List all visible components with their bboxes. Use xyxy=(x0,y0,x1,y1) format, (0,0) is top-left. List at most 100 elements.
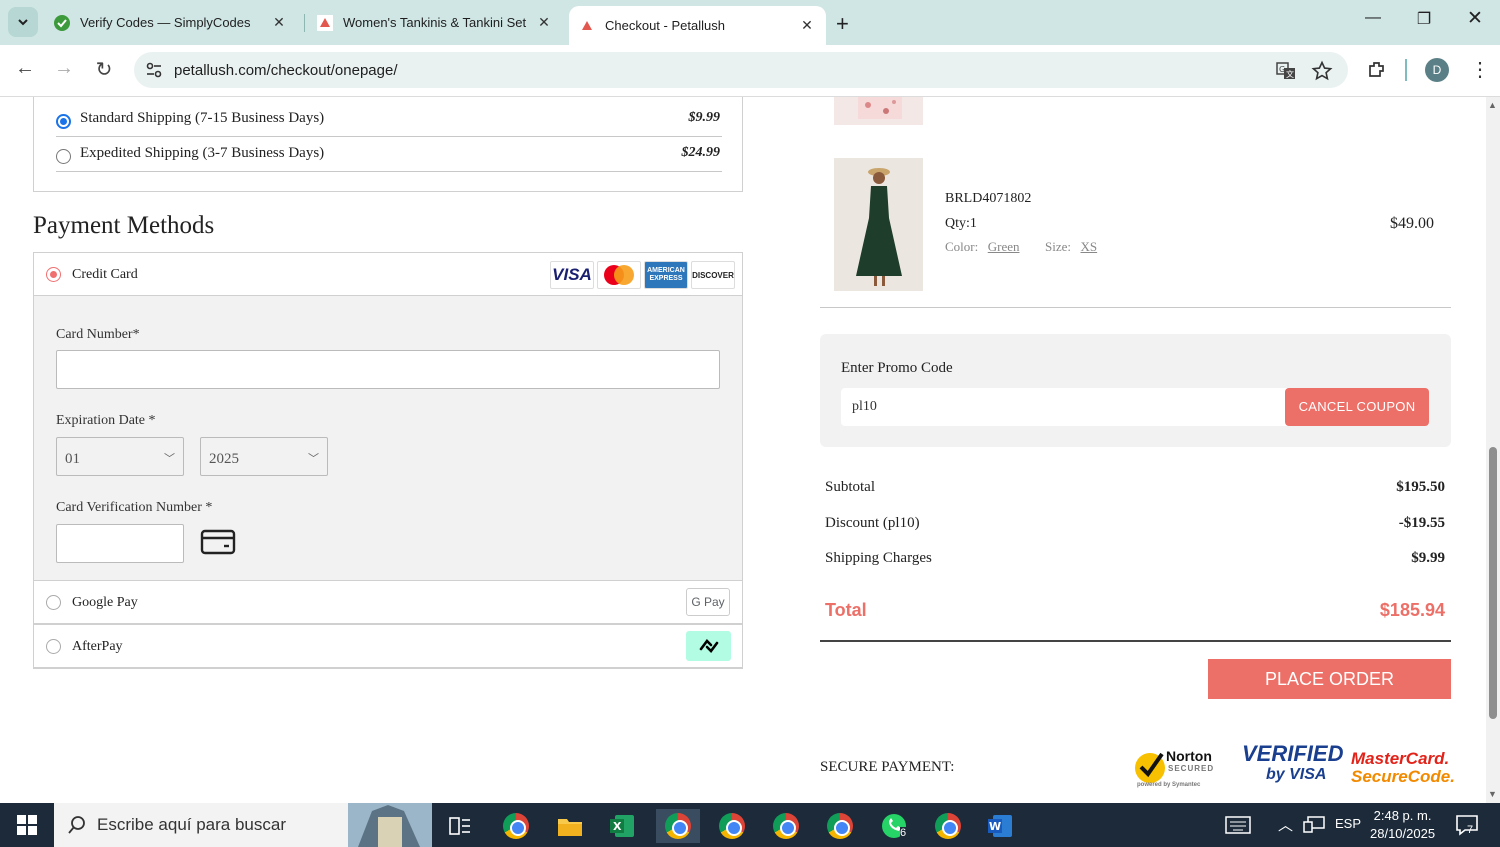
chevron-down-icon xyxy=(18,19,28,26)
scroll-up-icon[interactable]: ▲ xyxy=(1488,100,1497,110)
total-row: Total $185.94 xyxy=(825,600,1445,621)
scroll-down-icon[interactable]: ▼ xyxy=(1488,789,1497,799)
chrome-profile-icon[interactable] xyxy=(926,809,970,843)
reload-icon[interactable]: ↻ xyxy=(90,57,118,82)
minimize-icon[interactable]: — xyxy=(1358,9,1388,27)
page-scrollbar[interactable]: ▲ ▼ xyxy=(1486,97,1500,803)
product-image[interactable] xyxy=(834,158,923,291)
tab-separator xyxy=(304,14,305,32)
shipping-option-price: $9.99 xyxy=(688,110,721,125)
visa-logo-icon: VISA xyxy=(550,261,594,289)
tab-checkout[interactable]: Checkout - Petallush ✕ xyxy=(569,6,826,45)
close-tab-icon[interactable]: ✕ xyxy=(535,14,553,31)
discount-value: -$19.55 xyxy=(1398,515,1445,531)
tab-tankinis[interactable]: Women's Tankinis & Tankini Set ✕ xyxy=(307,6,563,39)
mastercard-logo-icon xyxy=(597,261,641,289)
network-icon[interactable] xyxy=(1303,816,1325,834)
browser-toolbar: ← → ↻ petallush.com/checkout/onepage/ G文… xyxy=(0,45,1500,97)
chrome-profile-icon[interactable] xyxy=(818,809,862,843)
tab-title: Checkout - Petallush xyxy=(605,18,725,33)
windows-start-button[interactable] xyxy=(0,803,54,847)
google-pay-label: Google Pay xyxy=(72,595,138,610)
total-divider xyxy=(820,640,1451,642)
show-hidden-icons-icon[interactable]: ︿ xyxy=(1278,814,1293,835)
svg-text:文: 文 xyxy=(1286,69,1294,79)
expiration-date-label: Expiration Date * xyxy=(56,413,156,428)
new-tab-icon[interactable]: + xyxy=(836,11,849,37)
shipping-charges-row: Shipping Charges $9.99 xyxy=(825,550,1445,567)
cancel-coupon-button[interactable]: CANCEL COUPON xyxy=(1285,388,1429,426)
exp-month-select[interactable]: 01 ﹀ xyxy=(56,437,184,476)
chrome-taskbar-icon[interactable] xyxy=(494,809,538,843)
chrome-profile-icon[interactable] xyxy=(710,809,754,843)
petallush-favicon-icon xyxy=(582,20,592,30)
chrome-profile-icon[interactable] xyxy=(764,809,808,843)
tab-simplycodes[interactable]: Verify Codes — SimplyCodes ✕ xyxy=(44,6,298,39)
google-pay-logo-icon: G Pay xyxy=(686,588,730,616)
site-info-icon[interactable] xyxy=(144,60,164,80)
chevron-down-icon: ﹀ xyxy=(164,453,175,465)
shipping-option-expedited[interactable]: Expedited Shipping (3-7 Business Days) $… xyxy=(56,137,722,172)
scrollbar-thumb[interactable] xyxy=(1489,447,1497,719)
verified-by-visa-badge: VERIFIED by VISA xyxy=(1242,742,1343,784)
secure-payment-label: SECURE PAYMENT: xyxy=(820,759,955,775)
cvn-label: Card Verification Number * xyxy=(56,500,213,515)
shipping-radio-expedited[interactable] xyxy=(56,149,71,164)
place-order-button[interactable]: PLACE ORDER xyxy=(1208,659,1451,699)
exp-year-select[interactable]: 2025 ﹀ xyxy=(200,437,328,476)
shipping-methods-box: Standard Shipping (7-15 Business Days) $… xyxy=(33,97,743,192)
keyboard-tray-icon[interactable] xyxy=(1225,815,1251,835)
afterpay-radio[interactable] xyxy=(46,639,61,654)
file-explorer-icon[interactable] xyxy=(548,809,592,843)
whatsapp-icon[interactable]: 6 xyxy=(872,809,916,843)
profile-avatar[interactable]: D xyxy=(1425,58,1449,82)
menu-kebab-icon[interactable]: ⋮ xyxy=(1470,57,1490,82)
google-pay-option[interactable]: Google Pay G Pay xyxy=(33,580,743,624)
norton-text: Norton xyxy=(1166,748,1212,764)
close-tab-icon[interactable]: ✕ xyxy=(270,14,288,31)
card-cvv-icon xyxy=(200,529,236,555)
bookmark-star-icon[interactable] xyxy=(1311,60,1333,82)
close-tab-icon[interactable]: ✕ xyxy=(798,17,816,34)
restore-icon[interactable]: ❐ xyxy=(1409,9,1439,29)
extensions-icon[interactable] xyxy=(1366,59,1388,81)
promo-code-input[interactable]: pl10 xyxy=(841,388,1289,426)
credit-card-radio[interactable] xyxy=(46,267,61,282)
chevron-down-icon: ﹀ xyxy=(308,453,319,465)
language-indicator[interactable]: ESP xyxy=(1335,816,1361,831)
shipping-option-label: Standard Shipping (7-15 Business Days) xyxy=(80,110,325,126)
mastercard-securecode-badge: MasterCard. SecureCode. xyxy=(1351,750,1455,786)
card-brand-logos: VISA AMERICAN EXPRESS DISCOVER xyxy=(550,261,735,289)
clock[interactable]: 2:48 p. m. 28/10/2025 xyxy=(1370,807,1435,843)
promo-code-title: Enter Promo Code xyxy=(841,360,953,376)
shipping-radio-standard[interactable] xyxy=(56,114,71,129)
shipping-option-standard[interactable]: Standard Shipping (7-15 Business Days) $… xyxy=(56,102,722,137)
subtotal-label: Subtotal xyxy=(825,479,876,495)
card-number-input[interactable] xyxy=(56,350,720,389)
word-icon[interactable]: W xyxy=(978,809,1022,843)
size-label: Size: xyxy=(1045,239,1071,254)
excel-icon[interactable]: X xyxy=(600,809,644,843)
tab-search-button[interactable] xyxy=(8,7,38,37)
credit-card-header[interactable]: Credit Card VISA AMERICAN EXPRESS DISCOVE… xyxy=(34,253,742,296)
total-value: $185.94 xyxy=(1379,600,1445,620)
close-window-icon[interactable]: ✕ xyxy=(1460,7,1490,30)
subtotal-value: $195.50 xyxy=(1396,479,1445,495)
windows-logo-icon xyxy=(17,815,37,835)
afterpay-option[interactable]: AfterPay xyxy=(33,624,743,668)
cvn-input[interactable] xyxy=(56,524,184,563)
google-pay-radio[interactable] xyxy=(46,595,61,610)
task-view-icon[interactable] xyxy=(438,809,482,843)
exp-year-value: 2025 xyxy=(209,451,239,467)
address-bar[interactable]: petallush.com/checkout/onepage/ G文 xyxy=(134,52,1348,88)
clock-time: 2:48 p. m. xyxy=(1373,808,1432,823)
norton-check-icon xyxy=(1135,752,1165,783)
translate-icon[interactable]: G文 xyxy=(1275,60,1297,82)
forward-icon[interactable]: → xyxy=(50,57,78,80)
back-icon[interactable]: ← xyxy=(11,57,39,80)
exp-month-value: 01 xyxy=(65,451,80,467)
chrome-profile-d-active-icon[interactable] xyxy=(656,809,700,843)
taskbar-search-box[interactable]: Escribe aquí para buscar xyxy=(54,803,432,847)
svg-text:X: X xyxy=(613,820,622,833)
product-sku: BRLD4071802 xyxy=(945,191,1032,206)
